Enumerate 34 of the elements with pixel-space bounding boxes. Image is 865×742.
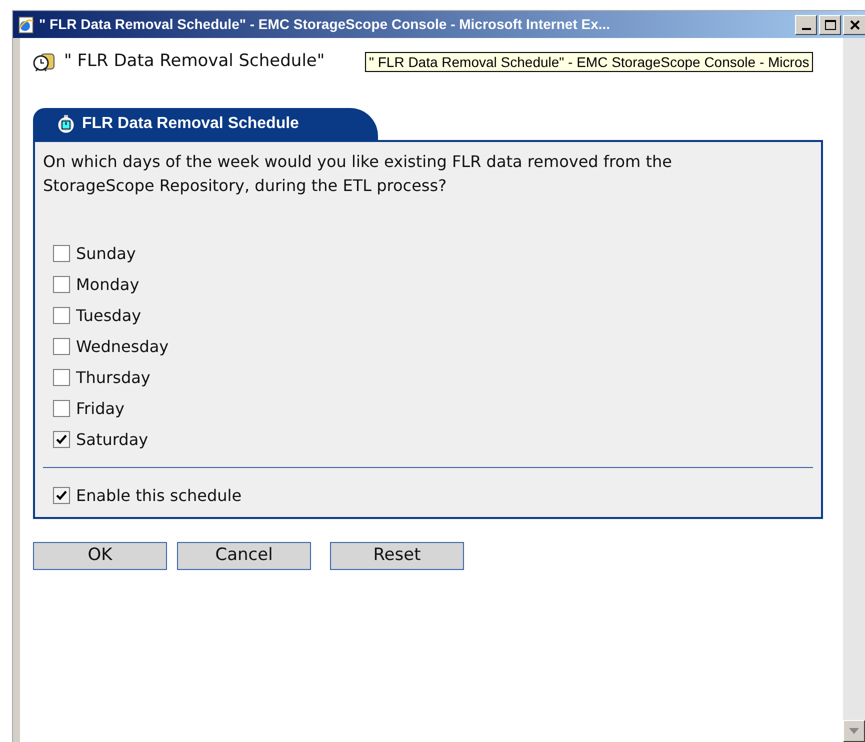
checkbox-label: Sunday	[76, 242, 136, 264]
checkbox-label: Saturday	[76, 428, 148, 450]
question-text: On which days of the week would you like existing FLR data removed from the StorageScope Repository, during the ETL process?	[43, 151, 673, 197]
checkbox[interactable]	[53, 369, 70, 386]
minimize-button[interactable]	[795, 14, 817, 34]
close-button[interactable]	[843, 14, 865, 34]
maximize-button[interactable]	[819, 14, 841, 34]
checkbox-label: Friday	[76, 398, 124, 420]
checkbox[interactable]	[53, 431, 70, 448]
checkbox-label: Tuesday	[76, 304, 142, 326]
dialog-button[interactable]: OK	[33, 542, 167, 570]
checkbox[interactable]	[53, 338, 70, 355]
close-icon	[850, 20, 860, 30]
tooltip: " FLR Data Removal Schedule" - EMC StorageScope Console - Micros	[365, 52, 814, 72]
checkbox[interactable]	[53, 487, 70, 504]
checkbox[interactable]	[53, 400, 70, 417]
checkbox[interactable]	[53, 276, 70, 293]
window-title: " FLR Data Removal Schedule" - EMC StorageScope Console - Microsoft Internet Ex...	[39, 15, 612, 34]
checkbox[interactable]	[53, 307, 70, 324]
dialog-button[interactable]: Reset	[330, 542, 464, 570]
alarm-clock-icon	[32, 51, 56, 73]
checkbox-label: Thursday	[76, 366, 150, 388]
checkbox-label: Monday	[76, 274, 140, 296]
checkbox-label: Enable this schedule	[76, 484, 242, 506]
page-title: " FLR Data Removal Schedule"	[64, 50, 325, 74]
checkbox-label: Wednesday	[76, 336, 169, 358]
scrollbar[interactable]	[843, 38, 865, 742]
panel-tab[interactable]: FLR Data Removal Schedule	[33, 108, 378, 140]
stopwatch-icon	[58, 115, 74, 133]
dialog-button[interactable]: Cancel	[177, 542, 311, 570]
triangle-down-icon	[849, 728, 859, 734]
browser-icon	[17, 16, 35, 34]
scroll-down-button[interactable]	[843, 720, 865, 742]
checkbox[interactable]	[53, 245, 70, 262]
